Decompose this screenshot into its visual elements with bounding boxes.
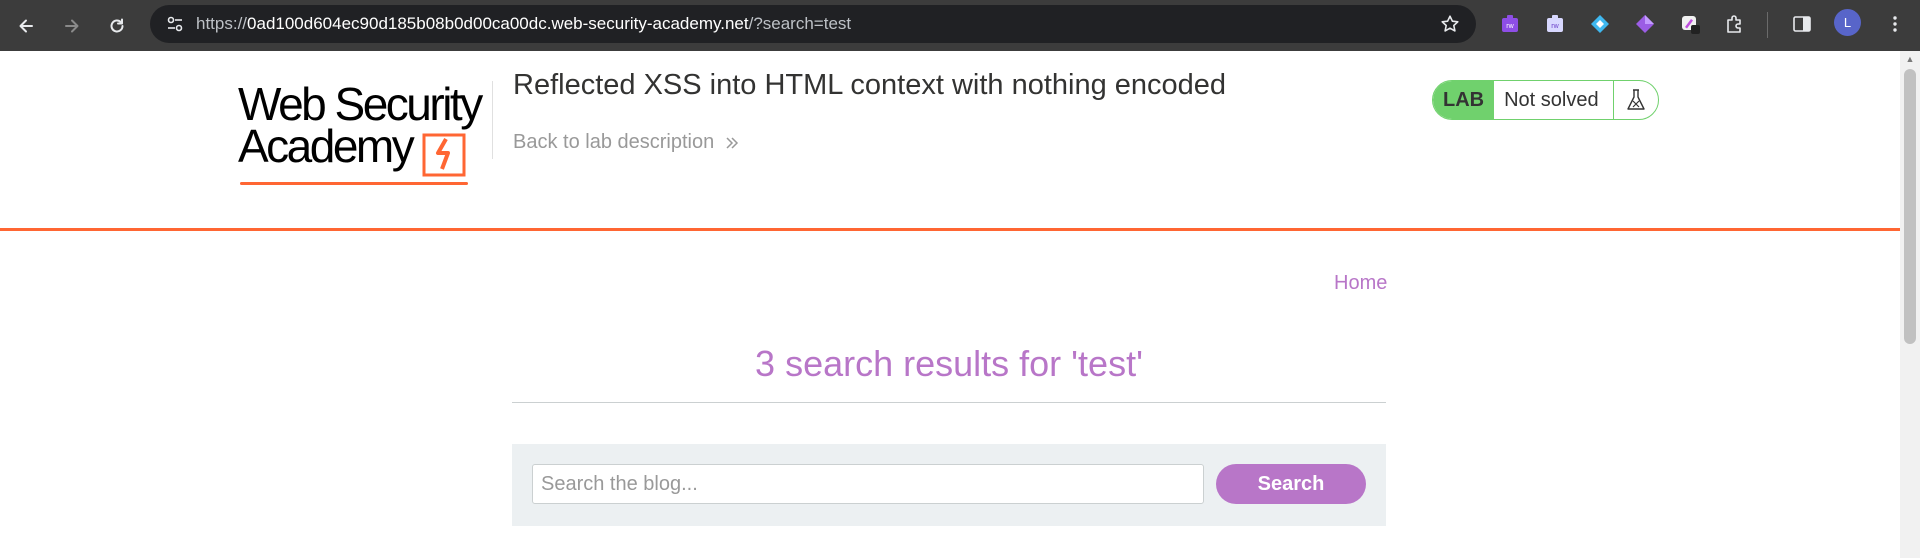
puzzle-icon[interactable] (1720, 9, 1750, 39)
search-input[interactable] (532, 464, 1204, 504)
logo-underline (240, 182, 468, 185)
svg-text:rw: rw (1506, 23, 1514, 30)
back-link-label: Back to lab description (513, 131, 715, 153)
diamond-purple-extension-icon[interactable] (1630, 9, 1660, 39)
header-divider (492, 81, 493, 159)
header-accent-rule (0, 228, 1900, 231)
svg-text:rw: rw (1551, 23, 1559, 30)
back-to-description-link[interactable]: Back to lab description (513, 131, 740, 154)
address-bar[interactable]: https://0ad100d604ec90d185b08b0d00ca00dc… (150, 5, 1476, 43)
browser-toolbar: https://0ad100d604ec90d185b08b0d00ca00dc… (0, 0, 1920, 51)
search-results-heading: 3 search results for 'test' (755, 343, 1143, 384)
search-button[interactable]: Search (1216, 464, 1366, 504)
logo-line-2: Academy (238, 120, 415, 172)
bookmark-star-icon[interactable] (1438, 12, 1462, 36)
url-host: 0ad100d604ec90d185b08b0d00ca00dc.web-sec… (247, 14, 749, 33)
double-chevron-right-icon (726, 136, 739, 149)
nav-home-link[interactable]: Home (1334, 272, 1387, 295)
scrollbar-thumb[interactable] (1904, 69, 1916, 344)
url-scheme: https:// (196, 14, 248, 33)
back-arrow-icon[interactable] (8, 8, 44, 44)
lab-status-text: Not solved (1504, 88, 1599, 111)
flask-icon (1612, 81, 1658, 119)
search-form: Search (512, 444, 1386, 526)
heading-divider (512, 402, 1386, 403)
site-settings-icon[interactable] (160, 9, 190, 39)
lab-title: Reflected XSS into HTML context with not… (513, 69, 1227, 101)
logo-lightning-icon (422, 133, 466, 177)
forward-arrow-icon[interactable] (54, 8, 90, 44)
lab-status-widget: LAB Not solved (1432, 80, 1659, 120)
diamond-blue-extension-icon[interactable] (1585, 9, 1615, 39)
side-panel-icon[interactable] (1787, 9, 1817, 39)
scroll-up-arrow-icon[interactable]: ▲ (1904, 54, 1916, 64)
url-path: /?search=test (748, 14, 852, 33)
lab-label: LAB (1433, 81, 1495, 119)
profile-avatar[interactable]: L (1834, 9, 1861, 36)
pen-extension-icon[interactable] (1675, 9, 1705, 39)
academy-logo[interactable]: Web Security Academy (238, 77, 488, 195)
toolbar-divider (1767, 12, 1768, 38)
reload-icon[interactable] (99, 8, 135, 44)
rw-extension-icon[interactable]: rw (1495, 9, 1525, 39)
rw-vue-extension-icon[interactable]: rw (1540, 9, 1570, 39)
more-menu-icon[interactable] (1880, 9, 1910, 39)
url-text[interactable]: https://0ad100d604ec90d185b08b0d00ca00dc… (196, 5, 851, 43)
